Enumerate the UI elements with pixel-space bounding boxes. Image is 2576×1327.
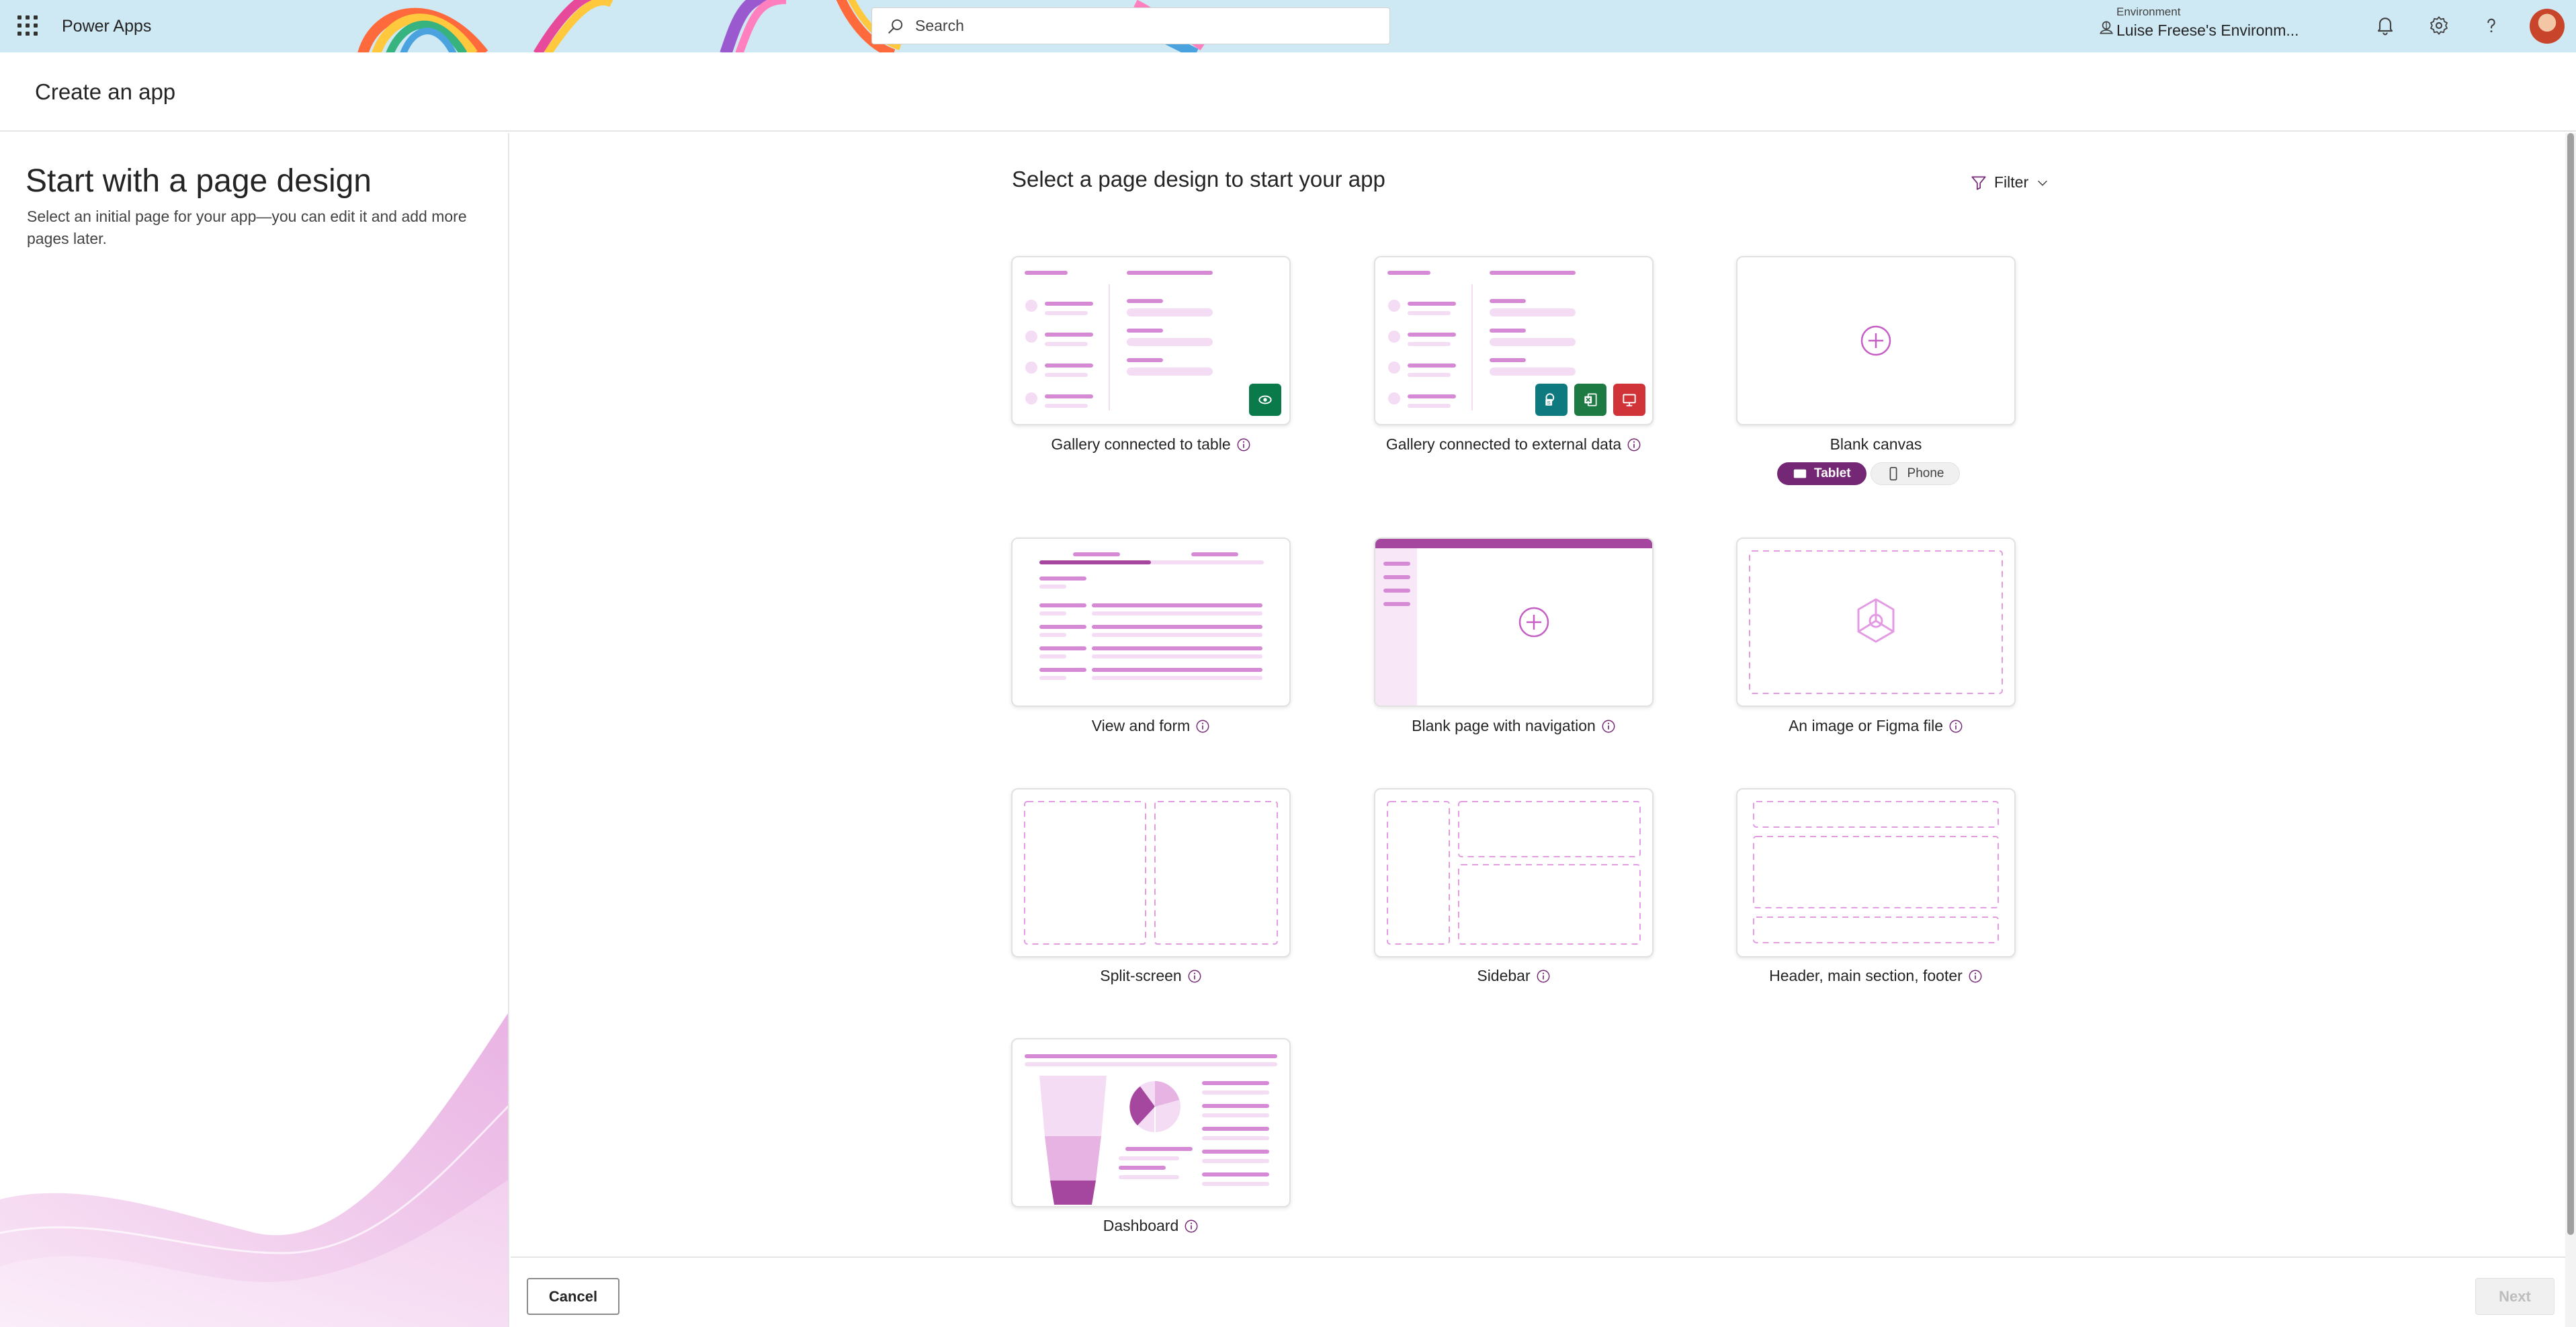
scrollbar-thumb[interactable] [2567,133,2574,1235]
page-title: Create an app [35,79,176,104]
card-label-dashboard: Dashboard [970,1217,1332,1235]
app-name[interactable]: Power Apps [62,17,151,36]
card-image-or-figma-file[interactable] [1736,538,2016,707]
card-label-sidebar: Sidebar [1332,967,1695,985]
phone-option[interactable]: Phone [1870,462,1960,485]
card-blank-canvas[interactable] [1736,256,2016,425]
search-box[interactable] [871,7,1390,44]
top-bar: Power Apps Environment Luise Freese's En… [0,0,2576,52]
card-label-header-main-footer: Header, main section, footer [1694,967,2057,985]
section-title: Select a page design to start your app [1012,167,1385,191]
phone-icon [1889,467,1897,480]
cancel-button[interactable]: Cancel [527,1278,619,1315]
card-header-main-section-footer[interactable] [1736,788,2016,957]
card-gallery-connected-to-table[interactable] [1011,256,1291,425]
info-icon[interactable] [1601,719,1616,734]
card-label-image-figma: An image or Figma file [1694,717,2057,735]
tablet-option[interactable]: Tablet [1777,462,1866,485]
excel-icon [1574,384,1606,416]
help-icon[interactable] [2481,15,2502,36]
card-label-blank-nav: Blank page with navigation [1332,717,1695,735]
vertical-scrollbar[interactable] [2565,133,2576,1327]
avatar[interactable] [2530,9,2565,44]
sidebar-thumbnail [1387,801,1641,945]
gear-icon[interactable] [2428,15,2450,36]
info-icon[interactable] [1948,719,1963,734]
tablet-icon [1793,469,1807,478]
environment-picker[interactable]: Environment Luise Freese's Environm... [2100,5,2299,40]
svg-text:S: S [1547,400,1551,406]
decorative-swirl [0,1013,508,1327]
blank-nav-thumbnail [1375,539,1652,705]
card-label-gallery-external: Gallery connected to external data [1332,435,1695,454]
card-sidebar[interactable] [1374,788,1654,957]
info-icon[interactable] [1627,437,1641,452]
card-split-screen[interactable] [1011,788,1291,957]
left-pane-title: Start with a page design [26,163,372,199]
sharepoint-icon: S [1535,384,1568,416]
card-label-split-screen: Split-screen [970,967,1332,985]
info-icon[interactable] [1236,437,1251,452]
info-icon[interactable] [1184,1219,1199,1234]
filter-label: Filter [1994,173,2029,191]
info-icon[interactable] [1536,969,1551,984]
blank-canvas-thumbnail [1860,325,1891,356]
footer-bar: Cancel Next [511,1256,2567,1327]
app-launcher-waffle-icon[interactable] [17,15,38,36]
search-input[interactable] [915,17,1372,35]
filter-icon [1971,175,1986,190]
info-icon[interactable] [1968,969,1983,984]
gallery-external-thumbnail [1387,271,1576,411]
environment-icon [2100,21,2113,34]
split-screen-thumbnail [1024,801,1278,945]
card-label-blank-canvas: Blank canvas [1830,435,1922,453]
card-label-view-form: View and form [970,717,1332,735]
environment-name: Luise Freese's Environm... [2116,22,2299,39]
left-pane-description: Select an initial page for your app—you … [27,208,467,247]
view-form-thumbnail [1039,552,1264,680]
next-button[interactable]: Next [2475,1278,2554,1315]
left-pane: Start with a page design Select an initi… [0,133,509,1327]
dashboard-thumbnail [1025,1054,1277,1205]
card-dashboard[interactable] [1011,1038,1291,1207]
page-header: Create an app [0,52,2576,132]
bell-icon[interactable] [2374,15,2396,36]
image-figma-thumbnail [1749,550,2003,694]
gallery-table-thumbnail [1025,271,1213,411]
filter-button[interactable]: Filter [1970,173,2050,191]
presentation-icon [1613,384,1645,416]
card-gallery-connected-to-external-data[interactable]: S [1374,256,1654,425]
environment-label: Environment [2116,5,2181,18]
card-blank-page-with-navigation[interactable] [1374,538,1654,707]
search-icon [888,19,903,34]
info-icon[interactable] [1187,969,1202,984]
card-view-and-form[interactable] [1011,538,1291,707]
info-icon[interactable] [1195,719,1210,734]
chevron-down-icon [2038,180,2048,186]
main-content: Select a page design to start your app F… [511,133,2567,1256]
dataverse-icon [1249,384,1281,416]
header-main-footer-thumbnail [1753,801,1999,943]
card-label-gallery-table: Gallery connected to table [970,435,1332,454]
form-factor-toggle: Tablet Phone [1777,462,1960,485]
